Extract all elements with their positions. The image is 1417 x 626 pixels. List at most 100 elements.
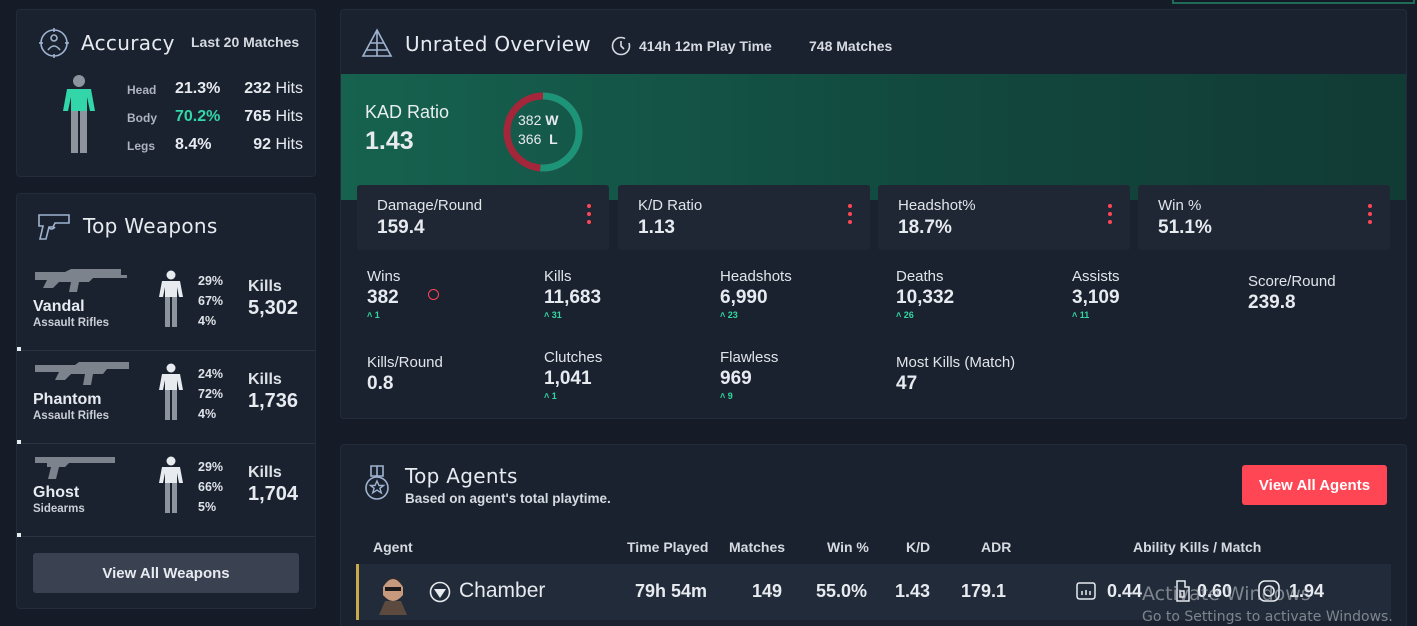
agent-time: 79h 54m [635, 581, 708, 601]
weapon-type: Assault Rifles [33, 410, 110, 422]
agent-adr: 179.1 [961, 581, 1007, 601]
losses-line: 366 L [518, 131, 558, 147]
ability-one-icon [1076, 582, 1096, 600]
weapon-name: Ghost [33, 484, 80, 501]
body-pct: 70.2% [175, 108, 221, 125]
legs-hits: 92 Hits [253, 136, 303, 153]
stat-box-value: 1.13 [638, 217, 675, 238]
hit-percentages: 29% 67% 4% [198, 274, 224, 328]
weapon-row[interactable]: Phantom Assault Rifles 24% 72% 4% Kills 1,… [17, 351, 315, 444]
col-agent[interactable]: Agent [373, 539, 413, 555]
weapon-row[interactable]: Ghost Sidearms 29% 66% 5% Kills 1,704 [17, 444, 315, 537]
kad-label: KAD Ratio [365, 102, 450, 122]
stat-wins: Wins 382 ˄ 1 [367, 268, 401, 320]
agent-kd: 1.43 [895, 581, 931, 601]
stat-box[interactable]: K/D Ratio 1.13 [618, 185, 870, 250]
more-icon[interactable] [848, 204, 852, 228]
stat-most-kills: Most Kills (Match) 47 [896, 354, 1016, 394]
target-person-icon [39, 28, 69, 58]
row-marker [17, 533, 21, 537]
stat-kills-round: Kills/Round 0.8 [367, 354, 443, 394]
accuracy-title: Accuracy [81, 31, 175, 55]
overview-card: Unrated Overview 414h 12m Play Time 748 … [340, 9, 1407, 419]
kills-label: Kills [248, 464, 282, 481]
overview-header: Unrated Overview [361, 28, 591, 60]
kills-label: Kills [248, 371, 282, 388]
stat-box[interactable]: Win % 51.1% [1138, 185, 1390, 250]
more-icon[interactable] [1108, 204, 1112, 228]
col-win-pct[interactable]: Win % [827, 539, 869, 555]
weapon-type: Sidearms [33, 503, 85, 515]
wins-line: 382 W [518, 112, 559, 128]
col-adr[interactable]: ADR [981, 539, 1011, 555]
pyramid-icon [361, 28, 393, 57]
stat-box[interactable]: Damage/Round 159.4 [357, 185, 609, 250]
accuracy-subtitle: Last 20 Matches [191, 34, 300, 50]
agent-win: 55.0% [816, 581, 868, 601]
head-hits: 232 Hits [244, 80, 303, 97]
stat-assists: Assists 3,109 ˄ 11 [1072, 268, 1120, 320]
stat-box-label: K/D Ratio [638, 197, 703, 214]
playtime: 414h 12m Play Time [611, 36, 772, 56]
weapon-row[interactable]: Vandal Assault Rifles 29% 67% 4% Kills 5,3… [17, 258, 315, 351]
accuracy-card: Accuracy Last 20 Matches Head 21.3% 232 … [16, 9, 316, 177]
accuracy-row-head: Head 21.3% 232 Hits [127, 80, 303, 100]
stat-box-label: Headshot% [898, 197, 976, 214]
col-matches[interactable]: Matches [729, 539, 785, 555]
stat-headshots: Headshots 6,990 ˄ 23 [720, 268, 792, 320]
matches-count: 748 Matches [809, 38, 893, 54]
view-all-weapons-button[interactable]: View All Weapons [33, 553, 299, 593]
view-all-agents-button[interactable]: View All Agents [1242, 465, 1387, 505]
medal-icon [365, 465, 389, 500]
stat-box-label: Win % [1158, 197, 1202, 214]
overview-title: Unrated Overview [405, 32, 591, 56]
weapon-name: Vandal [33, 298, 85, 315]
weapons-title: Top Weapons [83, 214, 218, 238]
head-pct: 21.3% [175, 80, 221, 97]
hit-percentages: 29% 66% 5% [198, 460, 224, 514]
agent-matches: 149 [752, 581, 783, 601]
head-label: Head [127, 83, 157, 97]
body-hits: 765 Hits [244, 108, 303, 125]
weapon-type: Assault Rifles [33, 317, 110, 329]
body-label: Body [127, 111, 157, 125]
top-weapons-card: Top Weapons Vandal Assault Rifles 29% 67%… [16, 193, 316, 609]
stat-box[interactable]: Headshot% 18.7% [878, 185, 1130, 250]
more-icon[interactable] [1368, 204, 1372, 228]
playtime-text: 414h 12m Play Time [639, 38, 772, 54]
ghost-gun-icon [35, 457, 115, 479]
stat-kills: Kills 11,683 ˄ 31 [544, 268, 602, 320]
top-edge-bar [1172, 0, 1415, 4]
agent-name: Chamber [459, 579, 546, 602]
stat-box-value: 51.1% [1158, 217, 1212, 238]
pistol-icon [38, 214, 70, 240]
legs-pct: 8.4% [175, 136, 212, 153]
weapon-name: Phantom [33, 391, 102, 408]
controller-role-icon [429, 581, 451, 603]
stat-box-value: 18.7% [898, 217, 952, 238]
body-figure-icon [63, 75, 95, 153]
activation-watermark-text: Go to Settings to activate Windows. [1142, 609, 1393, 625]
stat-clutches: Clutches 1,041 ˄ 1 [544, 349, 603, 401]
kills-value: 1,704 [248, 483, 299, 505]
stat-box-label: Damage/Round [377, 197, 483, 214]
accuracy-header: Accuracy [37, 28, 175, 58]
clock-icon [611, 36, 631, 56]
stat-score-round: Score/Round 239.8 [1248, 273, 1336, 313]
body-figure-icon [159, 456, 183, 513]
body-figure-icon [159, 363, 183, 420]
kad-value: 1.43 [365, 127, 414, 155]
win-loss-ring: 382 W 366 L [501, 90, 585, 179]
phantom-gun-icon [35, 362, 129, 385]
weapons-header: Top Weapons [37, 212, 218, 240]
col-time-played[interactable]: Time Played [627, 539, 708, 555]
agent-portrait-avatar [373, 569, 413, 615]
stat-box-value: 159.4 [377, 217, 425, 238]
activation-watermark-title: Activate Windows [1142, 583, 1311, 605]
col-ability-kills[interactable]: Ability Kills / Match [1133, 539, 1261, 555]
wins-indicator-icon [428, 289, 439, 300]
more-icon[interactable] [587, 204, 591, 228]
legs-label: Legs [127, 139, 156, 153]
stat-flawless: Flawless 969 ˄ 9 [720, 349, 779, 401]
col-kd[interactable]: K/D [906, 539, 930, 555]
